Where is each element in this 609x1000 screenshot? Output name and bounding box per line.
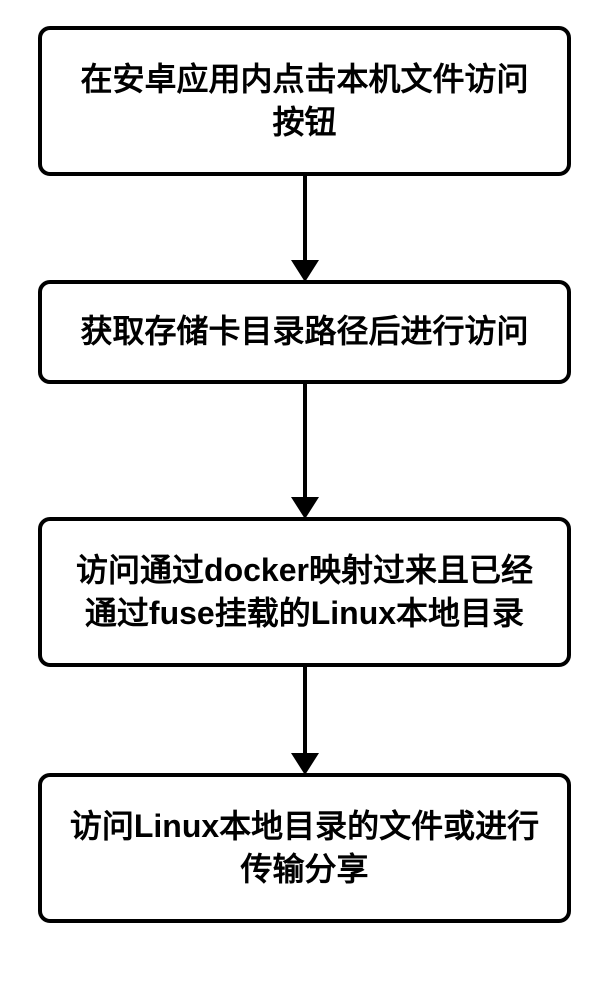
flow-step-4: 访问Linux本地目录的文件或进行传输分享 [38,773,571,923]
flow-step-1: 在安卓应用内点击本机文件访问按钮 [38,26,571,176]
flow-step-2: 获取存储卡目录路径后进行访问 [38,280,571,384]
arrow-down-icon [291,382,319,519]
flow-step-4-label: 访问Linux本地目录的文件或进行传输分享 [66,805,543,891]
flowchart-container: 在安卓应用内点击本机文件访问按钮 获取存储卡目录路径后进行访问 访问通过dock… [38,26,571,923]
flow-step-3: 访问通过docker映射过来且已经通过fuse挂载的Linux本地目录 [38,517,571,667]
flow-step-1-label: 在安卓应用内点击本机文件访问按钮 [66,58,543,144]
flow-step-2-label: 获取存储卡目录路径后进行访问 [80,310,528,353]
arrow-down-icon [291,174,319,282]
flow-step-3-label: 访问通过docker映射过来且已经通过fuse挂载的Linux本地目录 [66,549,543,635]
arrow-down-icon [291,665,319,775]
